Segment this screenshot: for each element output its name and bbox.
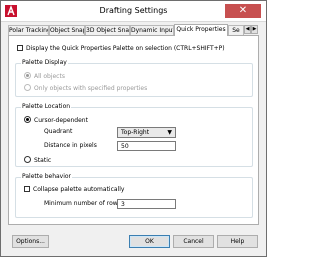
tab-polar-tracking[interactable]: Polar Tracking xyxy=(8,25,49,35)
static-option[interactable]: Static xyxy=(24,156,51,165)
distance-label: Distance in pixels xyxy=(44,142,97,149)
palette-display-group: Palette Display All objects Only objects… xyxy=(15,59,253,97)
quadrant-label: Quadrant xyxy=(44,128,73,135)
tab-3d-object-snap[interactable]: 3D Object Snap xyxy=(85,25,130,35)
display-palette-checkbox-row[interactable]: Display the Quick Properties Palette on … xyxy=(17,45,225,53)
tab-dynamic-input[interactable]: Dynamic Input xyxy=(130,25,174,35)
close-button[interactable]: ✕ xyxy=(225,4,261,18)
chevron-down-icon: ▼ xyxy=(167,129,172,136)
drafting-settings-dialog: Drafting Settings ✕ Polar Tracking Objec… xyxy=(0,0,267,257)
quadrant-select[interactable]: Top-Right ▼ xyxy=(117,127,176,138)
static-radio[interactable] xyxy=(24,156,31,163)
palette-display-label: Palette Display xyxy=(21,59,68,67)
tab-quick-properties[interactable]: Quick Properties xyxy=(174,24,228,36)
cursor-dependent-label: Cursor-dependent xyxy=(34,117,88,124)
static-label: Static xyxy=(34,157,52,164)
title-bar: Drafting Settings ✕ xyxy=(1,1,266,22)
all-objects-radio[interactable] xyxy=(24,72,31,79)
quadrant-value: Top-Right xyxy=(121,129,150,136)
ok-button[interactable]: OK xyxy=(129,235,170,248)
specified-properties-radio[interactable] xyxy=(24,84,31,91)
specified-properties-label: Only objects with specified properties xyxy=(34,85,148,92)
all-objects-option[interactable]: All objects xyxy=(24,72,65,81)
collapse-palette-checkbox[interactable] xyxy=(24,186,30,192)
display-palette-label: Display the Quick Properties Palette on … xyxy=(26,45,225,52)
palette-behavior-label: Palette behavior xyxy=(21,173,73,181)
collapse-palette-label: Collapse palette automatically xyxy=(33,186,125,193)
distance-input[interactable]: 50 xyxy=(117,141,176,151)
min-rows-label: Minimum number of rows xyxy=(44,200,121,207)
tab-object-snap[interactable]: Object Snap xyxy=(49,25,85,35)
display-palette-checkbox[interactable] xyxy=(17,45,23,51)
palette-location-label: Palette Location xyxy=(21,103,72,111)
options-button[interactable]: Options... xyxy=(12,235,49,248)
cancel-button[interactable]: Cancel xyxy=(173,235,214,248)
cursor-dependent-option[interactable]: Cursor-dependent xyxy=(24,116,88,125)
specified-properties-option[interactable]: Only objects with specified properties xyxy=(24,84,147,93)
quick-properties-panel: Display the Quick Properties Palette on … xyxy=(8,35,259,225)
help-button[interactable]: Help xyxy=(217,235,258,248)
all-objects-label: All objects xyxy=(34,73,65,80)
tab-scroll-left-button[interactable]: ◀ xyxy=(244,25,251,34)
min-rows-input[interactable]: 3 xyxy=(117,199,176,209)
palette-location-group: Palette Location Cursor-dependent Quadra… xyxy=(15,103,253,167)
collapse-palette-option[interactable]: Collapse palette automatically xyxy=(24,186,124,194)
cursor-dependent-radio[interactable] xyxy=(24,116,31,123)
tab-scroll-right-button[interactable]: ▶ xyxy=(251,25,258,34)
tab-selection-cycling[interactable]: Se xyxy=(228,25,244,35)
palette-behavior-group: Palette behavior Collapse palette automa… xyxy=(15,173,253,218)
